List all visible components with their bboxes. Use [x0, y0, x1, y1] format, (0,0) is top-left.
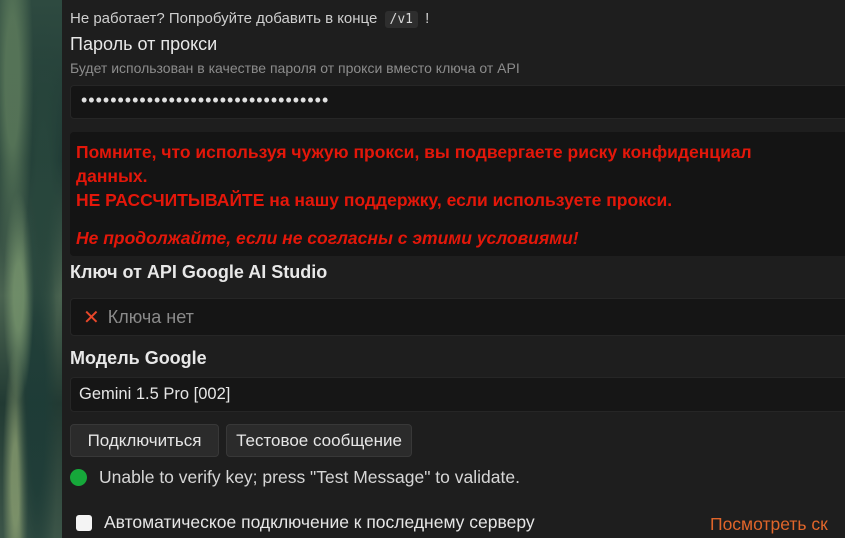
- status-indicator-icon: [70, 469, 87, 486]
- connection-status: Unable to verify key; press "Test Messag…: [70, 467, 520, 488]
- test-message-button[interactable]: Тестовое сообщение: [226, 424, 412, 457]
- model-select[interactable]: Gemini 1.5 Pro [002]: [70, 377, 845, 412]
- proxy-password-description: Будет использован в качестве пароля от п…: [70, 60, 520, 76]
- warning-line-4: Не продолжайте, если не согласны с этими…: [76, 228, 579, 248]
- proxy-password-input[interactable]: ••••••••••••••••••••••••••••••••••: [70, 85, 845, 119]
- status-text: Unable to verify key; press "Test Messag…: [99, 467, 520, 487]
- proxy-password-label: Пароль от прокси: [70, 34, 218, 54]
- auto-connect-checkbox[interactable]: [76, 514, 92, 531]
- hint-text: Не работает? Попробуйте добавить в конце: [70, 10, 378, 27]
- hint-code: /v1: [384, 11, 418, 28]
- app-root: Не работает? Попробуйте добавить в конце…: [0, 0, 845, 538]
- hint-suffix: !: [425, 10, 430, 27]
- connection-panel: Не работает? Попробуйте добавить в конце…: [62, 0, 845, 538]
- model-label: Модель Google: [70, 348, 207, 368]
- view-link[interactable]: Посмотреть ск: [710, 514, 828, 535]
- background-image: [0, 0, 62, 538]
- api-key-label: Ключ от API Google AI Studio: [70, 262, 328, 282]
- warning-line-2: данных.: [76, 166, 148, 186]
- auto-connect-label: Автоматическое подключение к последнему …: [104, 512, 535, 532]
- api-key-input[interactable]: ✕ Ключа нет: [70, 298, 845, 336]
- api-key-status: Ключа нет: [107, 306, 194, 327]
- auto-connect-option[interactable]: Автоматическое подключение к последнему …: [76, 512, 535, 533]
- warning-line-1: Помните, что используя чужую прокси, вы …: [76, 142, 752, 162]
- endpoint-hint: Не работает? Попробуйте добавить в конце…: [70, 10, 429, 28]
- x-icon: ✕: [83, 306, 100, 329]
- proxy-warning-box: Помните, что используя чужую прокси, вы …: [70, 132, 845, 256]
- warning-line-3: НЕ РАССЧИТЫВАЙТЕ на нашу поддержку, если…: [76, 190, 673, 210]
- connect-button[interactable]: Подключиться: [70, 424, 219, 457]
